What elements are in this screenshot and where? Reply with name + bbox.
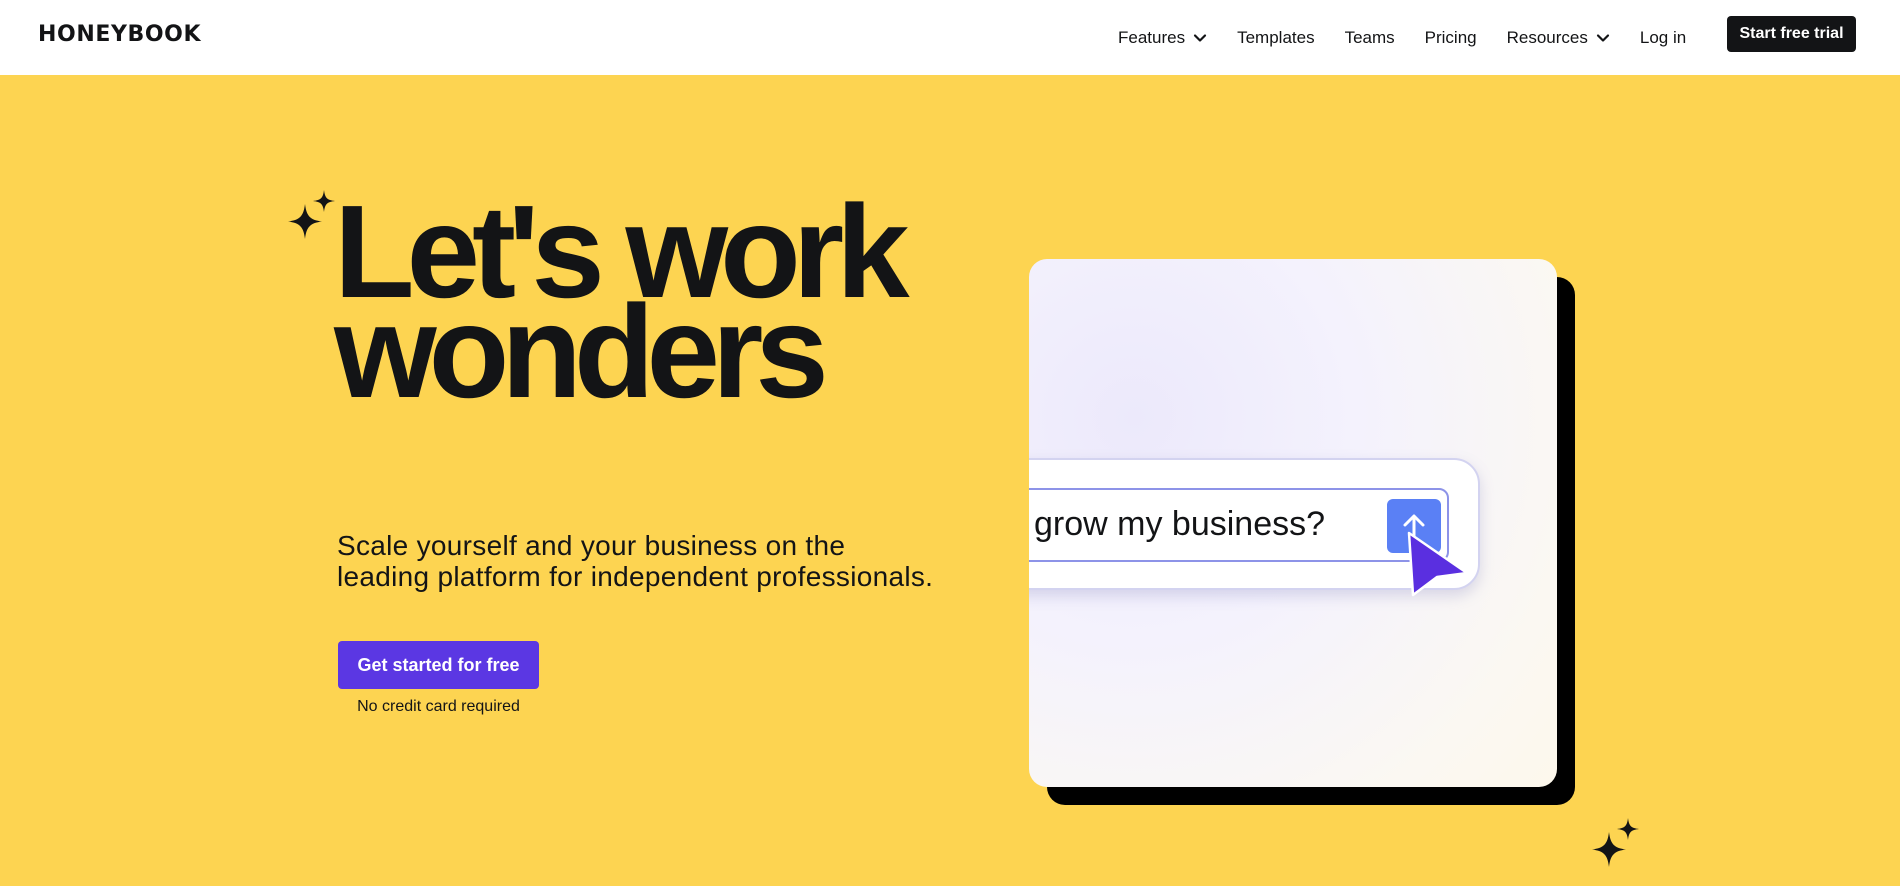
nav-item-login[interactable]: Log in	[1640, 28, 1686, 48]
prompt-text: grow my business?	[1034, 505, 1326, 543]
pointer-cursor-icon	[1407, 529, 1473, 604]
nav-item-templates-label: Templates	[1237, 27, 1315, 47]
hero-subheading: Scale yourself and your business on the …	[337, 530, 934, 592]
top-navigation-bar: HONEYBOOK Features Templates Teams Prici…	[0, 0, 1902, 75]
nav-item-templates[interactable]: Templates	[1237, 28, 1314, 48]
hero-section	[0, 75, 1902, 886]
chevron-down-icon	[1193, 31, 1207, 45]
nav-item-pricing-label: Pricing	[1424, 27, 1477, 47]
hero-headline: Let's work wonders	[334, 186, 974, 418]
chevron-down-icon	[1596, 31, 1610, 45]
nav-item-resources-label: Resources	[1506, 27, 1588, 47]
nav-item-teams-label: Teams	[1344, 27, 1395, 47]
nav-item-login-label: Log in	[1639, 27, 1687, 47]
start-free-trial-button[interactable]: Start free trial	[1727, 16, 1856, 52]
get-started-button[interactable]: Get started for free	[338, 641, 539, 689]
nav-item-teams[interactable]: Teams	[1345, 28, 1395, 48]
nav-item-pricing[interactable]: Pricing	[1425, 28, 1477, 48]
illustration-card: grow my business?	[1029, 259, 1557, 787]
no-credit-card-note: No credit card required	[357, 698, 520, 715]
sparkle-icon	[1592, 818, 1642, 870]
honeybook-logo[interactable]: HONEYBOOK	[38, 22, 201, 47]
nav-item-resources[interactable]: Resources	[1507, 28, 1610, 48]
nav-item-features-label: Features	[1118, 27, 1186, 47]
nav-item-features[interactable]: Features	[1118, 28, 1207, 48]
sparkle-icon	[288, 190, 338, 242]
main-nav: Features Templates Teams Pricing Resourc…	[1118, 0, 1716, 75]
